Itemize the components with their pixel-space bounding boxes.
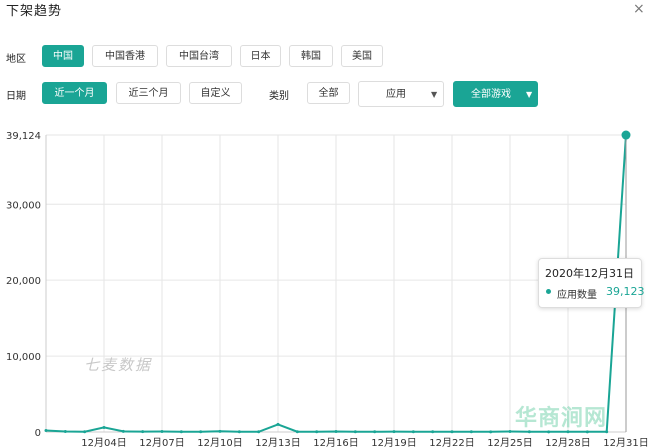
y-tick-label: 0 (35, 428, 41, 439)
y-tick-label: 39,124 (6, 131, 41, 142)
data-point (179, 430, 183, 434)
qimai-watermark: 七麦数据 (84, 356, 153, 374)
trend-chart: 0 10,000 20,000 30,000 39,124 12月04日 12月07日 12月… (6, 130, 649, 448)
x-tick-label: 12月13日 (255, 437, 300, 448)
data-point (83, 430, 87, 434)
tooltip-label: 应用数量 (557, 290, 597, 301)
data-point (160, 429, 164, 433)
data-point (489, 430, 493, 434)
x-tick-label: 12月10日 (197, 437, 242, 448)
y-tick-label: 30,000 (6, 200, 41, 211)
data-point (508, 430, 512, 434)
data-point (44, 428, 48, 432)
data-point (257, 430, 261, 434)
data-point (237, 430, 241, 434)
data-point (63, 430, 67, 434)
tooltip-date: 2020年12月31日 (545, 267, 634, 280)
data-point (334, 430, 338, 434)
data-point (295, 430, 299, 434)
data-point (373, 430, 377, 434)
y-tick-label: 10,000 (6, 352, 41, 363)
data-point (199, 430, 203, 434)
x-tick-label: 12月04日 (81, 437, 126, 448)
x-tick-label: 12月22日 (429, 437, 474, 448)
x-tick-label: 12月07日 (139, 437, 184, 448)
brand-watermark: 华商涧网 (515, 406, 608, 431)
x-tick-label: 12月31日 (603, 437, 648, 448)
data-point (141, 430, 145, 434)
data-point (353, 430, 357, 434)
x-tick-label: 12月19日 (371, 437, 416, 448)
data-point (102, 425, 106, 429)
x-tick-label: 12月25日 (487, 437, 532, 448)
tooltip-value: 39,123 (606, 285, 645, 298)
x-tick-label: 12月16日 (313, 437, 358, 448)
chart-tooltip: 2020年12月31日 应用数量 39,123 (538, 258, 645, 308)
highlight-point (621, 130, 631, 140)
y-tick-label: 20,000 (6, 276, 41, 287)
data-point (450, 430, 454, 434)
data-point (431, 430, 435, 434)
data-point (392, 430, 396, 434)
x-tick-label: 12月28日 (545, 437, 590, 448)
data-point (218, 429, 222, 433)
data-point (411, 430, 415, 434)
series-dot-icon (546, 289, 551, 294)
data-point (121, 429, 125, 433)
data-point (469, 430, 473, 434)
data-point (315, 430, 319, 434)
data-point (276, 422, 280, 426)
